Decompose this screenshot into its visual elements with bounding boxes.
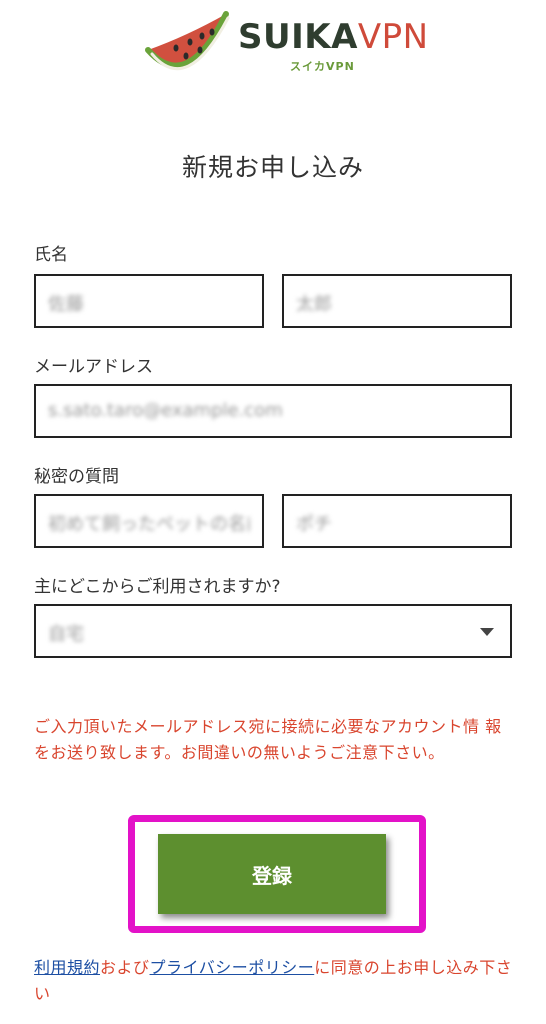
brand-secondary: VPN [357, 17, 429, 57]
brand-subtitle: スイカVPN [290, 60, 355, 73]
terms-text: 利用規約およびプライバシーポリシーに同意の上お申し込み下さい [34, 955, 514, 1007]
chevron-down-icon [480, 628, 494, 636]
email-label: メールアドレス [34, 357, 153, 377]
secret-question-value: 初めて飼ったペットの名前 [48, 514, 250, 535]
first-name-input[interactable]: 太郎 [282, 274, 512, 328]
secret-answer-value: ポチ [296, 514, 332, 535]
last-name-value: 佐藤 [48, 294, 84, 315]
privacy-policy-link[interactable]: プライバシーポリシー [150, 958, 315, 977]
name-label: 氏名 [34, 245, 68, 265]
page-title: 新規お申し込み [181, 153, 364, 182]
notice-text: ご入力頂いたメールアドレス宛に接続に必要なアカウント情 報をお送り致します。お間… [34, 717, 502, 762]
secret-question-select[interactable]: 初めて飼ったペットの名前 [34, 494, 264, 548]
usage-select[interactable]: 自宅 [34, 604, 512, 658]
usage-label: 主にどこからご利用されますか? [34, 577, 281, 597]
brand-primary: SUIKA [238, 17, 358, 57]
secret-answer-input[interactable]: ポチ [282, 494, 512, 548]
terms-of-use-link[interactable]: 利用規約 [34, 958, 100, 977]
first-name-value: 太郎 [296, 294, 332, 315]
terms-and-text: および [100, 958, 150, 977]
email-value: s.sato.taro@example.com [48, 400, 283, 421]
suika-vpn-logo: SUIKAVPN スイカVPN [142, 6, 428, 80]
header: SUIKAVPN スイカVPN [0, 0, 546, 86]
register-button[interactable]: 登録 [158, 834, 386, 914]
brand-name: SUIKAVPN [238, 20, 429, 54]
email-input[interactable]: s.sato.taro@example.com [34, 384, 512, 438]
watermelon-icon [145, 11, 230, 71]
last-name-input[interactable]: 佐藤 [34, 274, 264, 328]
usage-selected-value: 自宅 [48, 624, 84, 645]
secret-question-label: 秘密の質問 [34, 467, 119, 487]
